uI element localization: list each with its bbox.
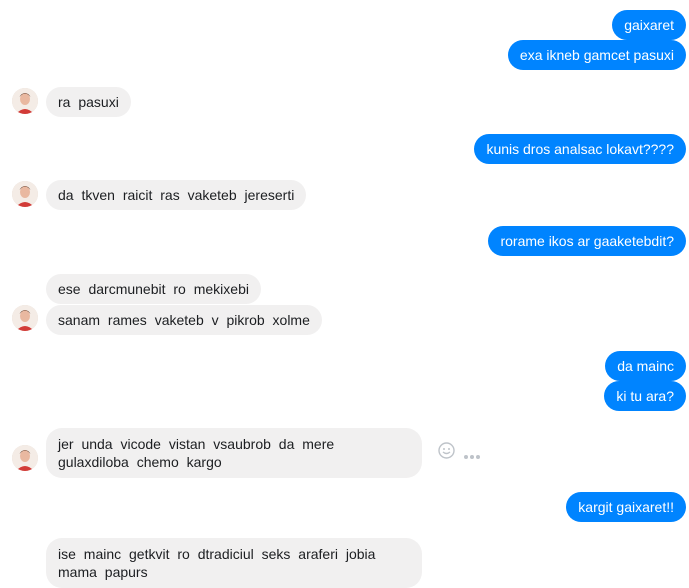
outgoing-message[interactable]: da mainc <box>605 351 686 381</box>
outgoing-message[interactable]: rorame ikos ar gaaketebdit? <box>488 226 686 256</box>
outgoing-message[interactable]: kargit gaixaret!! <box>566 492 686 522</box>
avatar[interactable] <box>12 181 38 207</box>
incoming-message[interactable]: ise mainc getkvit ro dtradiciul seks ara… <box>46 538 422 588</box>
avatar-image <box>12 445 38 471</box>
more-icon[interactable] <box>463 448 481 464</box>
incoming-message[interactable]: sanam rames vaketeb v pikrob xolme <box>46 305 322 335</box>
avatar[interactable] <box>12 305 38 331</box>
incoming-message[interactable]: da tkven raicit ras vaketeb jereserti <box>46 180 307 210</box>
avatar-image <box>12 88 38 114</box>
avatar-image <box>12 181 38 207</box>
avatar[interactable] <box>12 445 38 471</box>
outgoing-message[interactable]: gaixaret <box>612 10 686 40</box>
incoming-message[interactable]: ra pasuxi <box>46 87 131 117</box>
outgoing-message[interactable]: kunis dros analsac lokavt???? <box>474 134 686 164</box>
outgoing-message[interactable]: ki tu ara? <box>604 381 686 411</box>
incoming-message[interactable]: ese darcmunebit ro mekixebi <box>46 274 261 304</box>
outgoing-message[interactable]: exa ikneb gamcet pasuxi <box>507 40 686 70</box>
incoming-message[interactable]: jer unda vicode vistan vsaubrob da mere … <box>46 428 422 478</box>
avatar[interactable] <box>12 88 38 114</box>
avatar-image <box>12 305 38 331</box>
smiley-icon[interactable] <box>438 442 455 463</box>
